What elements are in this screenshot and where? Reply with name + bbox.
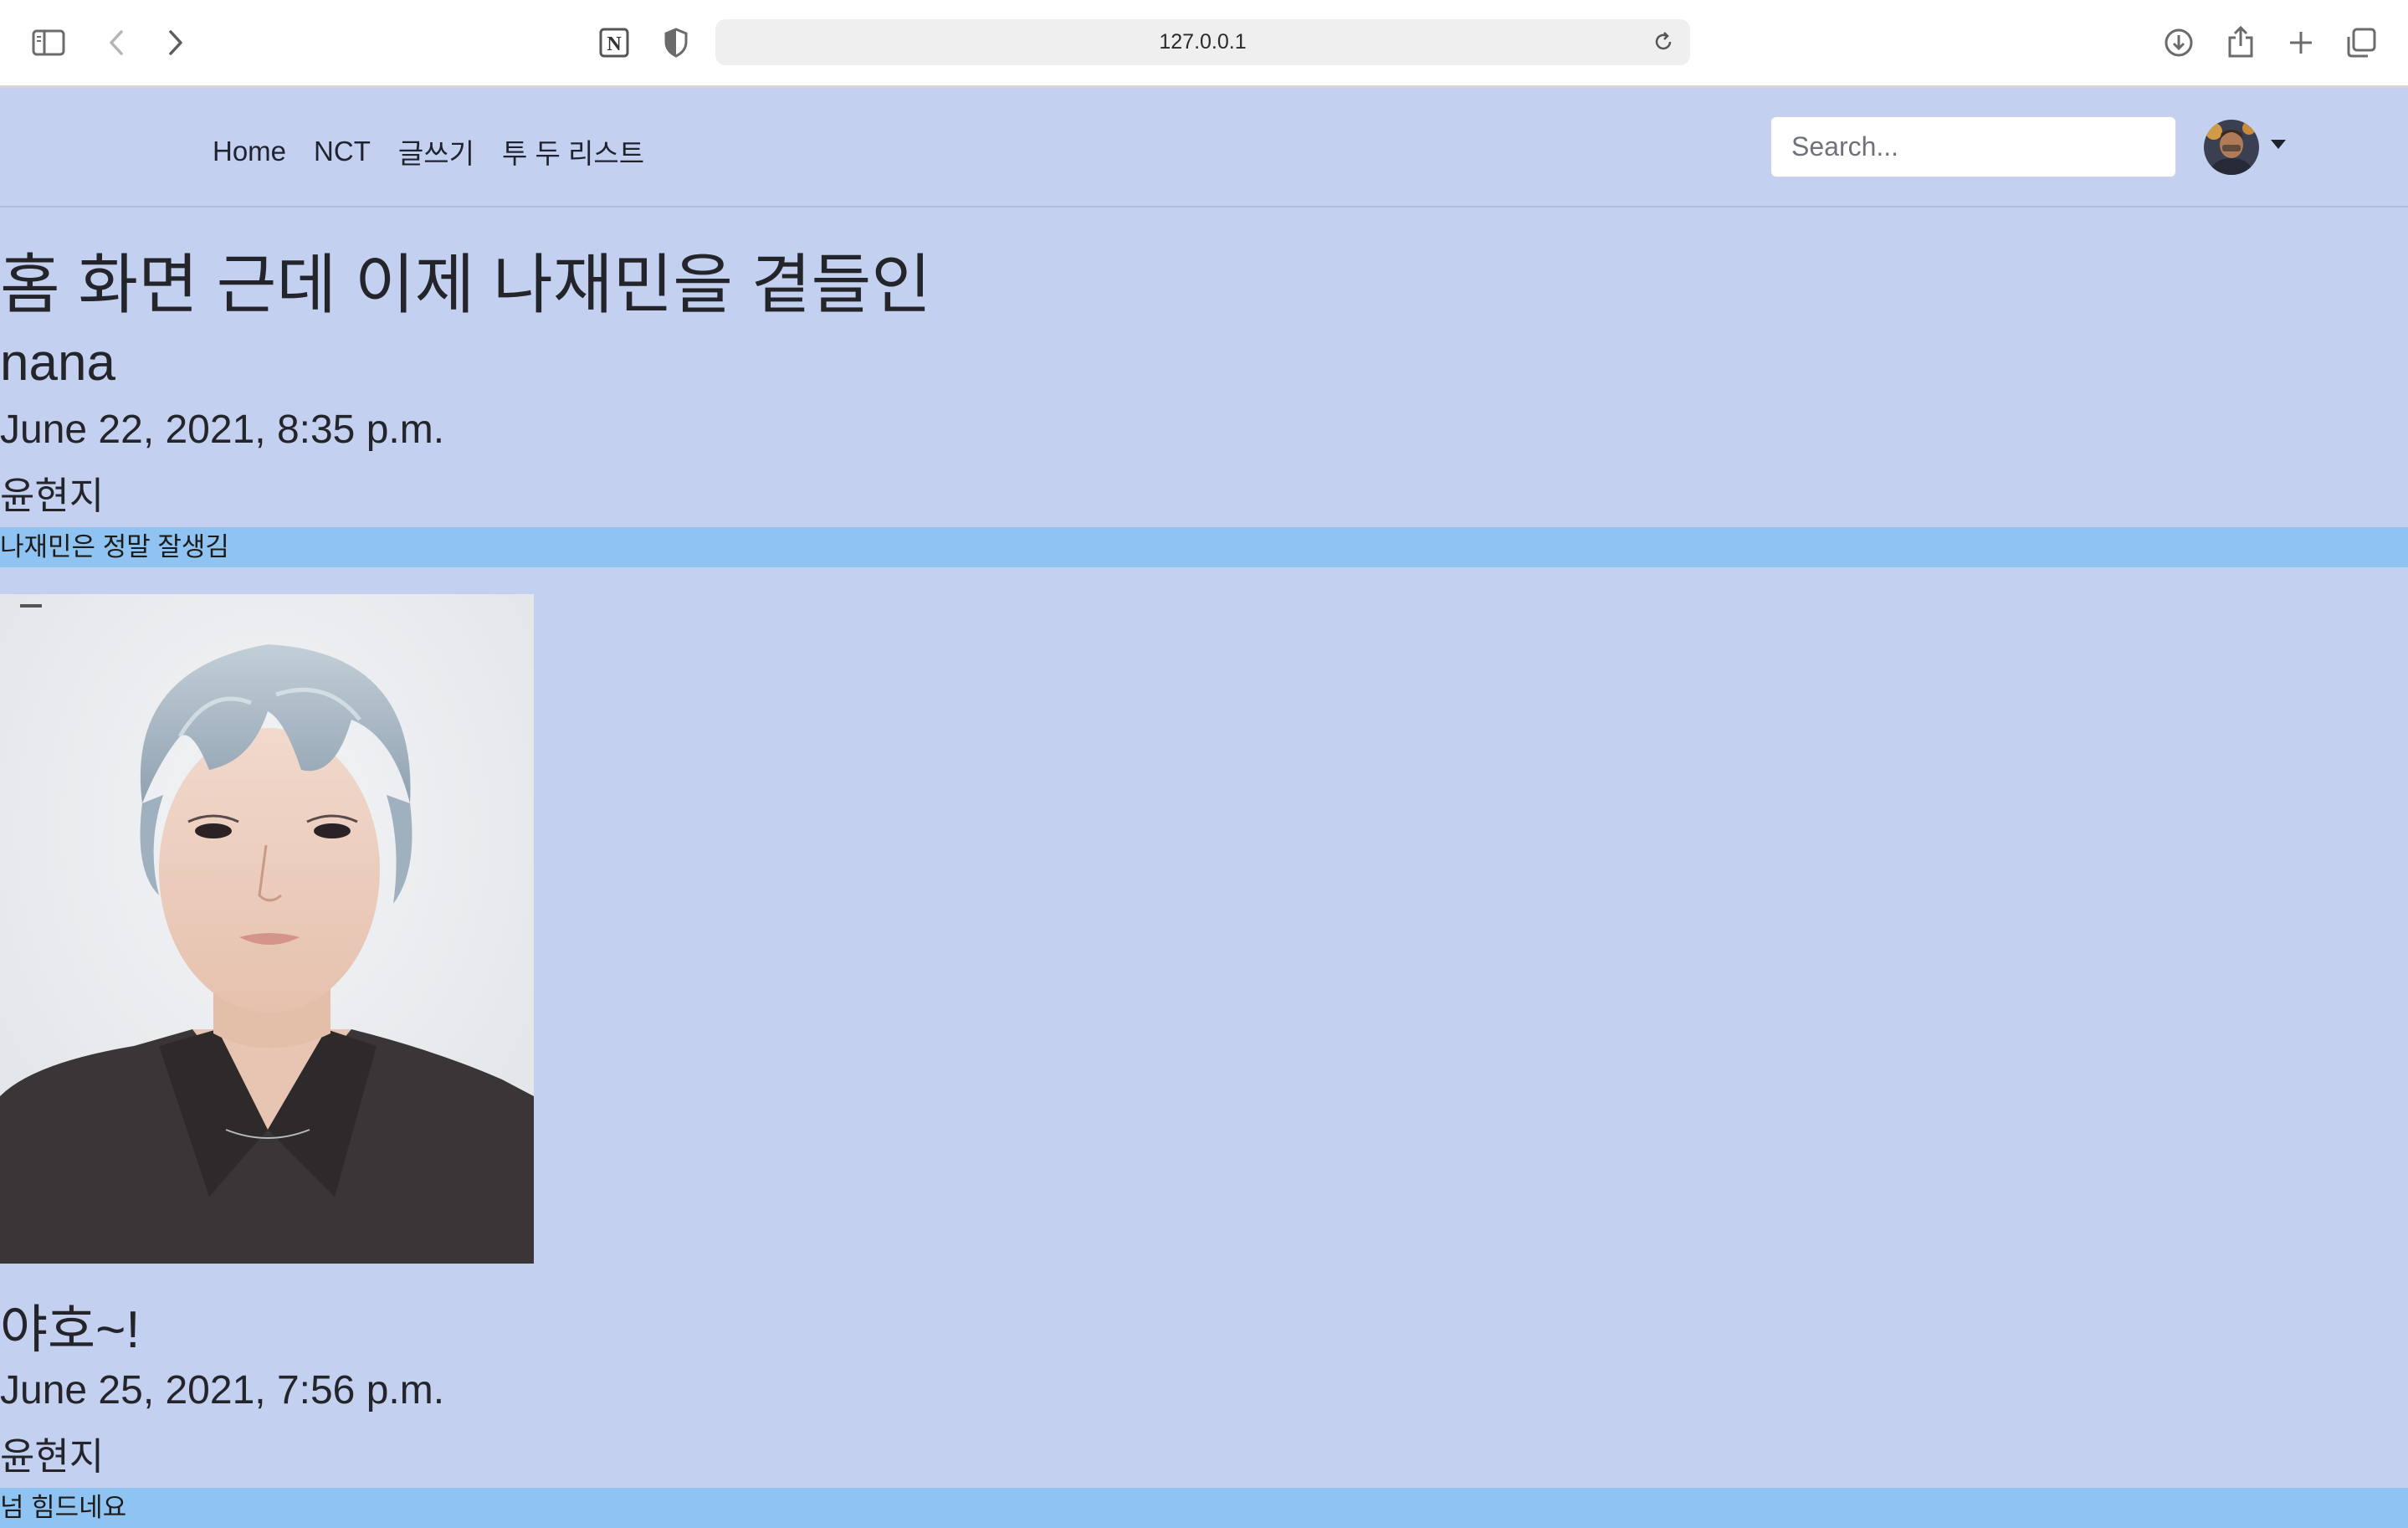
url-text: 127.0.0.1: [1159, 30, 1247, 54]
page-title: 홈 화면 근데 이제 나재민을 곁들인: [0, 248, 931, 321]
chevron-down-icon[interactable]: [2271, 140, 2286, 149]
post-date: June 22, 2021, 8:35 p.m.: [0, 408, 445, 452]
post-body: 넘 힘드네요: [0, 1488, 2408, 1528]
post-author: 윤현지: [0, 474, 105, 517]
download-icon[interactable]: [2162, 26, 2195, 59]
post-date: June 25, 2021, 7:56 p.m.: [0, 1368, 445, 1413]
browser-toolbar: N 127.0.0.1: [0, 0, 2408, 88]
tab-overview-icon[interactable]: [2344, 26, 2378, 59]
nav-link-home[interactable]: Home: [213, 136, 286, 167]
nav-link-todo-list[interactable]: 투 두 리스트: [502, 131, 644, 172]
nav-links: Home NCT 글쓰기 투 두 리스트: [213, 95, 672, 208]
main-navbar: Home NCT 글쓰기 투 두 리스트: [0, 95, 2408, 208]
post-author: 윤현지: [0, 1435, 105, 1478]
search-input[interactable]: [1770, 116, 2176, 177]
notion-icon[interactable]: N: [597, 26, 631, 59]
nav-link-nct[interactable]: NCT: [314, 136, 371, 167]
share-icon[interactable]: [2224, 23, 2257, 60]
new-tab-plus-icon[interactable]: [2284, 26, 2318, 59]
shield-icon[interactable]: [661, 26, 691, 59]
post-title: nana: [0, 334, 115, 392]
avatar[interactable]: [2204, 120, 2259, 175]
forward-arrow-icon[interactable]: [163, 27, 188, 59]
post-title: 야호~!: [0, 1301, 141, 1359]
post-image: [0, 594, 534, 1264]
nav-link-write[interactable]: 글쓰기: [398, 131, 474, 172]
sidebar-toggle-icon[interactable]: [30, 27, 67, 59]
address-bar[interactable]: 127.0.0.1: [715, 19, 1690, 65]
reload-icon[interactable]: [1652, 30, 1675, 59]
svg-text:N: N: [607, 33, 622, 55]
back-arrow-icon[interactable]: [104, 27, 129, 59]
post-body: 나재민은 정말 잘생김: [0, 527, 2408, 567]
